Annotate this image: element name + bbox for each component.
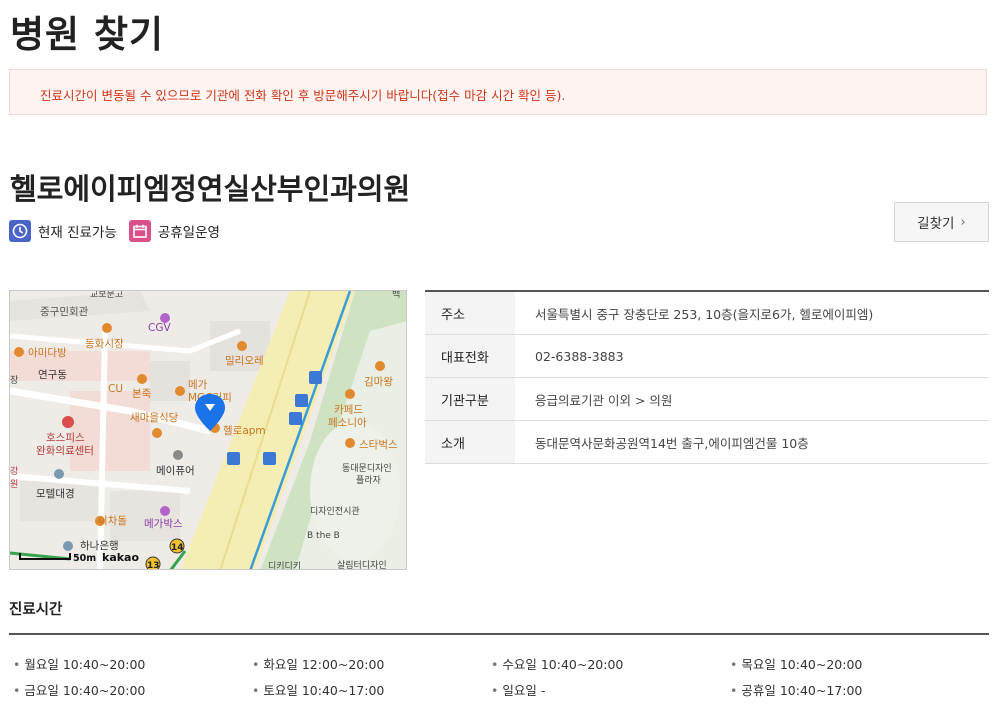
- info-row-type: 기관구분 응급의료기관 이외 > 의원: [425, 377, 989, 421]
- map-label: 메가: [188, 379, 208, 391]
- route-marker-13: 13: [147, 561, 160, 570]
- map-label: 아미다방: [28, 347, 67, 359]
- hospital-name: 헬로에이피엠정연실산부인과의원: [10, 172, 411, 206]
- map-label: 김마왕: [364, 376, 393, 388]
- badge-open-now-label: 현재 진료가능: [38, 225, 117, 241]
- map-label: 메이퓨어: [156, 465, 195, 477]
- map-label: 완화의료센터: [36, 444, 94, 457]
- info-label: 기관구분: [425, 377, 515, 421]
- map-label: 새마을식당: [130, 412, 179, 424]
- clock-icon: [9, 220, 31, 242]
- map-label: 살림터디자인: [337, 559, 387, 570]
- map-label: 중구민회관: [40, 306, 89, 318]
- map-label: 호스피스: [46, 432, 85, 444]
- badge-open-now: 현재 진료가능: [9, 220, 117, 242]
- map-label: 이차돌: [98, 515, 127, 527]
- badge-holiday: 공휴일운영: [128, 220, 220, 242]
- info-row-intro: 소개 동대문역사문화공원역14번 출구,에이피엠건물 10층: [425, 420, 989, 464]
- info-row-phone: 대표전화 02-6388-3883: [425, 334, 989, 378]
- info-label: 소개: [425, 420, 515, 464]
- map-scale: 50m: [73, 553, 96, 564]
- map-label: 강: [10, 466, 18, 477]
- map-label: 디키디키: [268, 561, 301, 570]
- hours-item: 금요일 10:40~20:00: [9, 680, 248, 699]
- chevron-right-icon: ›: [960, 214, 966, 230]
- hours-item: 토요일 10:40~17:00: [248, 680, 487, 699]
- info-value: 응급의료기관 이외 > 의원: [515, 377, 989, 421]
- map-label: 스타벅스: [359, 439, 398, 451]
- hours-item: 월요일 10:40~20:00: [9, 654, 248, 673]
- map-label: 플라자: [356, 475, 382, 486]
- map-label: 백: [392, 291, 400, 300]
- hours-grid: 월요일 10:40~20:00 화요일 12:00~20:00 수요일 10:4…: [9, 650, 989, 702]
- map-view[interactable]: 중구민회관 CGV 동화시장 아미다방 연구동 CU 본죽 메가 MGC커피 새…: [9, 290, 407, 570]
- map-label: B the B: [307, 531, 340, 541]
- hours-item: 목요일 10:40~20:00: [726, 654, 965, 673]
- hours-item: 공휴일 10:40~17:00: [726, 680, 965, 699]
- map-label: CGV: [148, 322, 171, 334]
- map-label: 연구동: [38, 369, 67, 381]
- map-canvas[interactable]: 중구민회관 CGV 동화시장 아미다방 연구동 CU 본죽 메가 MGC커피 새…: [10, 291, 407, 570]
- map-label: 교보문고: [90, 291, 123, 300]
- notice-text: 진료시간이 변동될 수 있으므로 기관에 전화 확인 후 방문해주시기 바랍니다…: [40, 88, 566, 103]
- notice-banner: 진료시간이 변동될 수 있으므로 기관에 전화 확인 후 방문해주시기 바랍니다…: [9, 69, 987, 115]
- map-label: 본죽: [132, 388, 152, 400]
- hours-item: 일요일 -: [487, 680, 726, 699]
- hours-row: 금요일 10:40~20:00 토요일 10:40~17:00 일요일 - 공휴…: [9, 676, 989, 702]
- map-label: 디자인전시관: [310, 506, 360, 517]
- map-label: 밀리오레: [225, 355, 264, 367]
- map-label: 모텔대경: [36, 487, 75, 500]
- info-label: 대표전화: [425, 334, 515, 378]
- hours-title: 진료시간: [9, 602, 63, 618]
- info-table: 주소 서울특별시 중구 장충단로 253, 10층(을지로6가, 헬로에이피엠)…: [425, 290, 989, 464]
- directions-label: 길찾기: [917, 216, 955, 232]
- directions-button[interactable]: 길찾기 ›: [894, 202, 989, 242]
- info-value: 동대문역사문화공원역14번 출구,에이피엠건물 10층: [515, 420, 989, 464]
- map-label: 메가박스: [144, 518, 183, 530]
- map-label: 장: [10, 375, 18, 386]
- status-badges: 현재 진료가능 공휴일운영: [9, 220, 232, 242]
- hours-item: 화요일 12:00~20:00: [248, 654, 487, 673]
- map-label: CU: [108, 383, 123, 395]
- page-title: 병원 찾기: [10, 13, 165, 56]
- info-row-address: 주소 서울특별시 중구 장충단로 253, 10층(을지로6가, 헬로에이피엠): [425, 291, 989, 335]
- route-marker-14: 14: [171, 543, 184, 553]
- info-label: 주소: [425, 291, 515, 335]
- map-label: 원: [10, 479, 18, 490]
- info-value: 서울특별시 중구 장충단로 253, 10층(을지로6가, 헬로에이피엠): [515, 291, 989, 335]
- map-label: 헬로apm: [223, 425, 266, 437]
- map-label: 동대문디자인: [342, 463, 392, 474]
- divider: [9, 633, 989, 635]
- hours-item: 수요일 10:40~20:00: [487, 654, 726, 673]
- hours-row: 월요일 10:40~20:00 화요일 12:00~20:00 수요일 10:4…: [9, 650, 989, 676]
- calendar-icon: [128, 220, 151, 242]
- map-label: 카페드: [334, 404, 363, 416]
- map-label: 동화시장: [85, 338, 124, 350]
- map-label: 페소니아: [328, 417, 367, 429]
- info-value: 02-6388-3883: [515, 334, 989, 378]
- kakao-logo: kakao: [102, 551, 139, 564]
- badge-holiday-label: 공휴일운영: [157, 225, 220, 241]
